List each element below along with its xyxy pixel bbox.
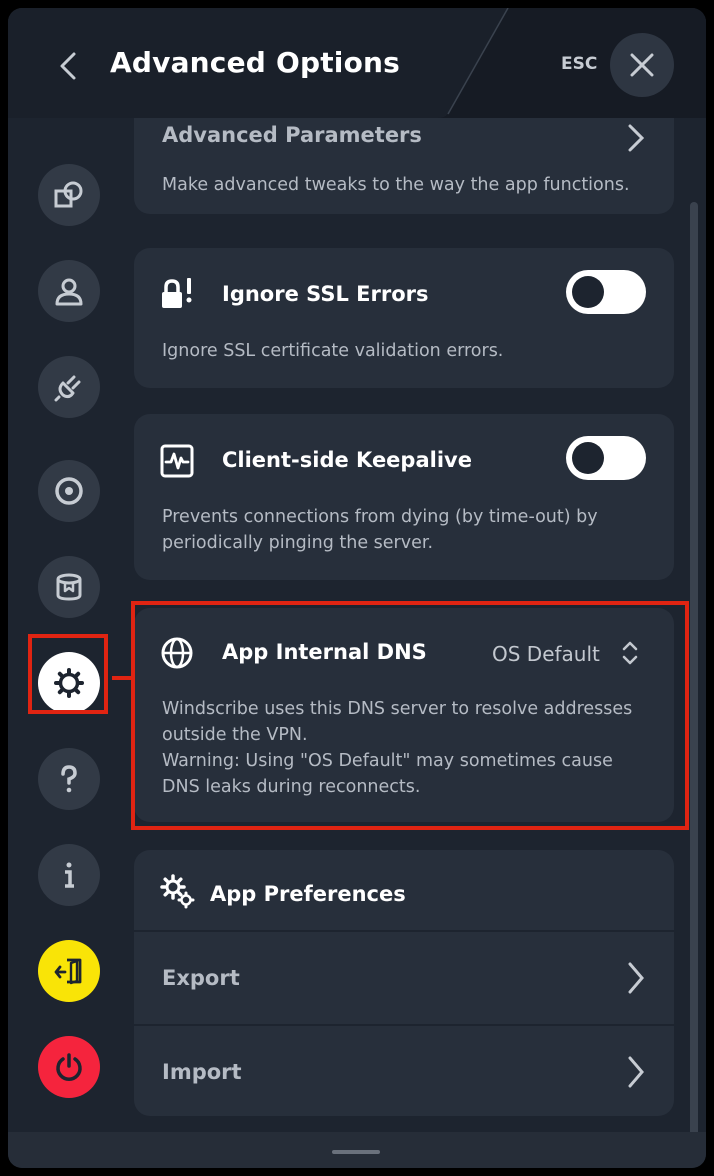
ignore-ssl-toggle[interactable] [566, 270, 646, 314]
info-icon [65, 862, 74, 888]
sidebar-item-about[interactable] [38, 844, 100, 906]
sidebar-item-logout[interactable] [38, 940, 100, 1002]
app-preferences-card: App Preferences Export Import [134, 850, 674, 1116]
exit-icon [54, 958, 82, 985]
app-preferences-title: App Preferences [210, 882, 406, 906]
advanced-parameters-description: Make advanced tweaks to the way the app … [162, 175, 630, 195]
keepalive-description-line1: Prevents connections from dying (by time… [162, 507, 598, 527]
sidebar-item-storage[interactable] [38, 556, 100, 618]
user-icon [55, 278, 83, 306]
back-arrow-icon[interactable] [56, 48, 80, 84]
power-icon [56, 1053, 82, 1081]
app-window: Advanced Options ESC Advanced Parameters… [8, 8, 706, 1168]
import-label: Import [162, 1060, 242, 1084]
gears-icon [160, 874, 195, 909]
keepalive-toggle[interactable] [566, 436, 646, 480]
ignore-ssl-card: Ignore SSL Errors Ignore SSL certificate… [134, 248, 674, 388]
active-sidebar-highlight [28, 634, 108, 714]
question-icon [61, 765, 77, 793]
close-button[interactable] [610, 33, 674, 97]
export-row[interactable]: Export [134, 932, 674, 1024]
ring-icon [55, 477, 83, 505]
highlight-connector [112, 676, 132, 680]
keepalive-title: Client-side Keepalive [222, 448, 472, 472]
sidebar-item-help[interactable] [38, 748, 100, 810]
sidebar-item-robert[interactable] [38, 460, 100, 522]
chevron-right-icon [628, 962, 644, 994]
keepalive-card: Client-side Keepalive Prevents connectio… [134, 414, 674, 580]
page-title: Advanced Options [110, 46, 401, 79]
heartbeat-icon [160, 444, 194, 478]
ignore-ssl-description: Ignore SSL certificate validation errors… [162, 341, 504, 361]
lock-warning-icon [162, 278, 192, 308]
resize-grip-icon[interactable] [332, 1150, 380, 1154]
header: Advanced Options ESC [8, 8, 706, 118]
keepalive-description-line2: periodically pinging the server. [162, 533, 434, 553]
sidebar-item-connection-plug[interactable] [38, 356, 100, 418]
chevron-right-icon [628, 124, 645, 152]
scrollbar[interactable] [690, 202, 698, 1138]
close-icon [630, 53, 654, 77]
advanced-parameters-card[interactable]: Advanced Parameters Make advanced tweaks… [134, 118, 674, 214]
sidebar-item-connection[interactable] [38, 164, 100, 226]
esc-label: ESC [561, 54, 598, 74]
plug-icon [54, 375, 81, 402]
dns-card-highlight [131, 601, 689, 830]
export-label: Export [162, 966, 240, 990]
ignore-ssl-title: Ignore SSL Errors [222, 282, 429, 306]
cylinder-icon [56, 573, 82, 601]
import-row[interactable]: Import [134, 1026, 674, 1116]
sidebar-item-quit[interactable] [38, 1036, 100, 1098]
shapes-icon [54, 181, 83, 208]
advanced-parameters-title: Advanced Parameters [162, 123, 422, 147]
chevron-right-icon [628, 1056, 644, 1088]
sidebar-item-account[interactable] [38, 260, 100, 322]
